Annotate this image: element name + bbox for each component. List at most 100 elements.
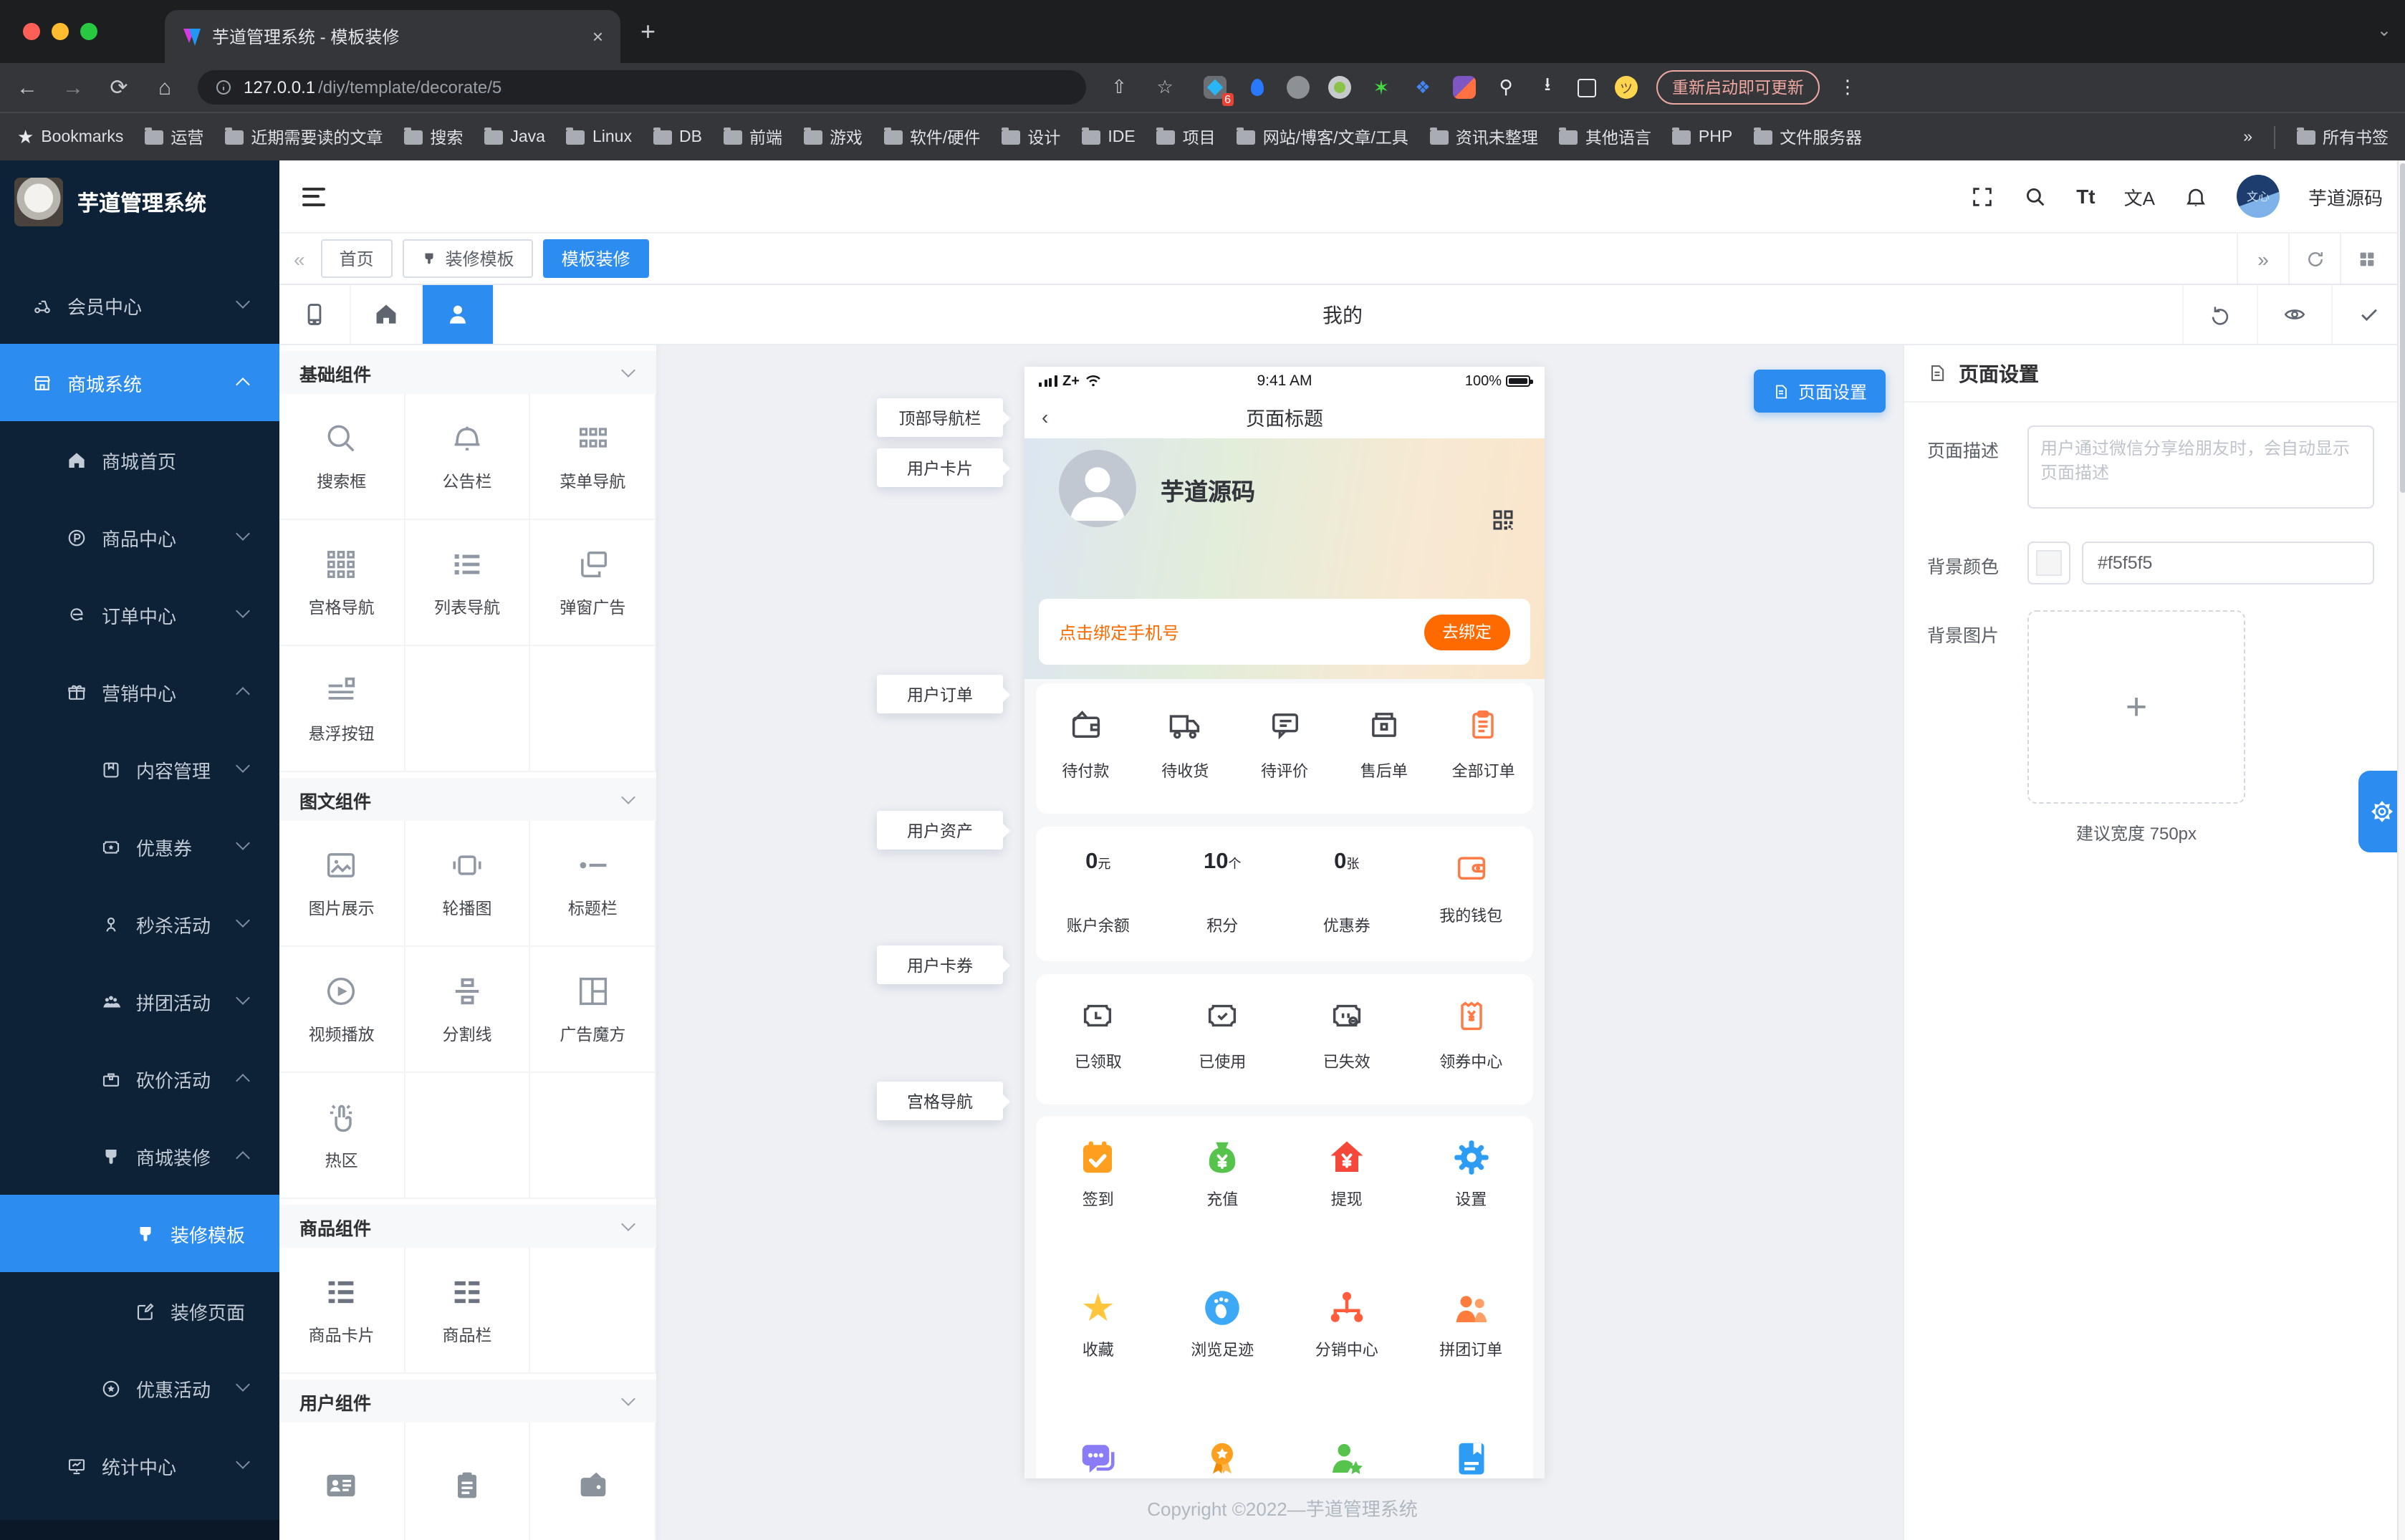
extension-icon[interactable]: 6 — [1204, 76, 1226, 99]
grid-medal[interactable] — [1161, 1437, 1285, 1478]
grid-sign-in[interactable]: 签到 — [1036, 1136, 1161, 1208]
bookmark-folder[interactable]: 搜索 — [404, 125, 463, 148]
bookmark-folder[interactable]: 其他语言 — [1560, 125, 1651, 148]
grid-favorites[interactable]: ★收藏 — [1036, 1286, 1161, 1358]
component-list-nav[interactable]: 列表导航 — [405, 520, 530, 646]
device-home-button[interactable] — [351, 285, 423, 344]
asset-points[interactable]: 10个积分 — [1161, 827, 1285, 961]
component-carousel[interactable]: 轮播图 — [405, 821, 530, 947]
component-float-button[interactable]: 悬浮按钮 — [279, 646, 405, 772]
component-menu-nav[interactable]: 菜单导航 — [531, 394, 656, 520]
bg-color-input[interactable] — [2082, 542, 2374, 584]
home-icon[interactable]: ⌂ — [152, 75, 178, 100]
forward-icon[interactable]: → — [60, 75, 86, 100]
component-image-display[interactable]: 图片展示 — [279, 821, 405, 947]
sidebar-item-decorate-template[interactable]: 装修模板 — [0, 1195, 279, 1272]
font-size-icon[interactable]: Tt — [2076, 185, 2095, 208]
asset-wallet[interactable]: 我的钱包 — [1409, 827, 1534, 961]
user-coupons-component[interactable]: 已领取 已使用 已失效 领券中心 — [1036, 974, 1533, 1105]
label-top-navbar[interactable]: 顶部导航栏 — [877, 398, 1003, 437]
preview-button[interactable] — [2257, 285, 2331, 344]
bookmark-folder[interactable]: 项目 — [1157, 125, 1216, 148]
component-video-player[interactable]: 视频播放 — [279, 947, 405, 1073]
coupon-received[interactable]: 已领取 — [1036, 974, 1161, 1105]
label-user-coupons[interactable]: 用户卡券 — [877, 945, 1003, 984]
sidebar-collapse-bar[interactable] — [0, 1520, 279, 1540]
extension-icon[interactable]: ✶ — [1370, 76, 1393, 99]
sidebar-item-group-buy[interactable]: 拼团活动 — [0, 963, 279, 1040]
tab-refresh-icon[interactable] — [2288, 234, 2340, 284]
tab-decorate-template[interactable]: 装修模板 — [403, 239, 533, 278]
grid-settings[interactable]: 设置 — [1409, 1136, 1534, 1208]
undo-button[interactable] — [2182, 285, 2257, 344]
device-phone-button[interactable] — [279, 285, 351, 344]
component-user-card[interactable] — [279, 1423, 405, 1540]
component-user-orders[interactable] — [405, 1423, 530, 1540]
order-pending-receive[interactable]: 待收货 — [1136, 683, 1235, 814]
tab-home[interactable]: 首页 — [321, 239, 393, 278]
sidebar-item-content-mgmt[interactable]: 内容管理 — [0, 731, 279, 808]
bookmark-folder[interactable]: Java — [484, 128, 545, 145]
component-hotzone[interactable]: 热区 — [279, 1073, 405, 1199]
sidebar-item-stats-center[interactable]: 统计中心 — [0, 1427, 279, 1504]
back-icon[interactable]: ← — [14, 75, 40, 100]
asset-balance[interactable]: 0元账户余额 — [1036, 827, 1161, 961]
sidebar-item-order-center[interactable]: 订单中心 — [0, 576, 279, 653]
extension-icon[interactable]: ❖ — [1411, 76, 1434, 99]
label-user-assets[interactable]: 用户资产 — [877, 811, 1003, 850]
tab-close-icon[interactable]: × — [592, 26, 603, 47]
label-user-card[interactable]: 用户卡片 — [877, 448, 1003, 487]
page-description-input[interactable] — [2027, 425, 2374, 509]
label-user-order[interactable]: 用户订单 — [877, 675, 1003, 713]
extension-icon[interactable] — [1453, 76, 1476, 99]
search-icon[interactable] — [2023, 184, 2048, 208]
address-bar[interactable]: 127.0.0.1/diy/template/decorate/5 — [198, 70, 1086, 105]
sidebar-item-promo-activity[interactable]: 优惠活动 — [0, 1349, 279, 1427]
tab-layout-icon[interactable] — [2340, 234, 2391, 284]
bind-phone-bar[interactable]: 点击绑定手机号 去绑定 — [1039, 599, 1530, 665]
bookmark-folder[interactable]: 游戏 — [804, 125, 863, 148]
bookmark-folder[interactable]: 资讯未整理 — [1430, 125, 1538, 148]
tab-template-decorate[interactable]: 模板装修 — [543, 239, 649, 278]
bookmark-folder[interactable]: 前端 — [724, 125, 782, 148]
extension-icon[interactable] — [1245, 76, 1268, 99]
username[interactable]: 芋道源码 — [2308, 183, 2383, 210]
user-avatar[interactable] — [1059, 450, 1136, 527]
sidebar-item-seckill[interactable]: 秒杀活动 — [0, 885, 279, 963]
sidebar-item-product-center[interactable]: 商品中心 — [0, 499, 279, 576]
sidebar-item-bargain[interactable]: 砍价活动 — [0, 1040, 279, 1117]
close-window-button[interactable] — [23, 23, 40, 40]
bookmark-folder[interactable]: IDE — [1082, 128, 1135, 145]
save-button[interactable] — [2331, 285, 2405, 344]
extensions-puzzle-icon[interactable]: ⚲ — [1494, 76, 1517, 99]
bookmark-star-icon[interactable]: ☆ — [1152, 76, 1178, 99]
grid-nav-component[interactable]: 签到 充值 提现 设置 ★收藏 浏览足迹 分销中心 拼团订单 — [1036, 1116, 1533, 1478]
window-scrollbar[interactable] — [2397, 160, 2405, 1540]
sidebar-item-coupon[interactable]: 优惠券 — [0, 808, 279, 885]
coupon-used[interactable]: 已使用 — [1161, 974, 1285, 1105]
phone-preview[interactable]: Z+ 9:41 AM 100% ‹ 页面标题 芋道源码 点击 — [1024, 367, 1545, 1478]
order-all[interactable]: 全部订单 — [1434, 683, 1533, 814]
bookmark-folder[interactable]: 设计 — [1002, 125, 1060, 148]
bookmark-folder[interactable]: 运营 — [145, 125, 203, 148]
browser-update-button[interactable]: 重新启动即可更新 — [1656, 70, 1820, 105]
bell-icon[interactable] — [2184, 184, 2208, 208]
component-divider[interactable]: 分割线 — [405, 947, 530, 1073]
section-user-components[interactable]: 用户组件 — [279, 1380, 656, 1423]
section-goods-components[interactable]: 商品组件 — [279, 1205, 656, 1248]
grid-browse-history[interactable]: 浏览足迹 — [1161, 1286, 1285, 1358]
section-basic-components[interactable]: 基础组件 — [279, 351, 656, 394]
browser-menu-icon[interactable]: ⋮ — [1838, 76, 1857, 99]
maximize-window-button[interactable] — [80, 23, 97, 40]
language-icon[interactable]: 文A — [2124, 183, 2155, 210]
all-bookmarks[interactable]: 所有书签 — [2297, 125, 2389, 148]
profile-window-icon[interactable] — [1578, 78, 1596, 97]
downloads-icon[interactable]: ⭳ — [1536, 76, 1559, 99]
grid-withdraw[interactable]: 提现 — [1285, 1136, 1409, 1208]
bg-image-upload[interactable]: + — [2027, 610, 2245, 804]
sidebar-item-decorate-page[interactable]: 装修页面 — [0, 1272, 279, 1349]
sidebar-item-marketing-center[interactable]: 营销中心 — [0, 653, 279, 731]
tab-search-icon[interactable]: ⌄ — [2377, 20, 2391, 40]
component-notice-bar[interactable]: 公告栏 — [405, 394, 530, 520]
section-image-text-components[interactable]: 图文组件 — [279, 778, 656, 821]
